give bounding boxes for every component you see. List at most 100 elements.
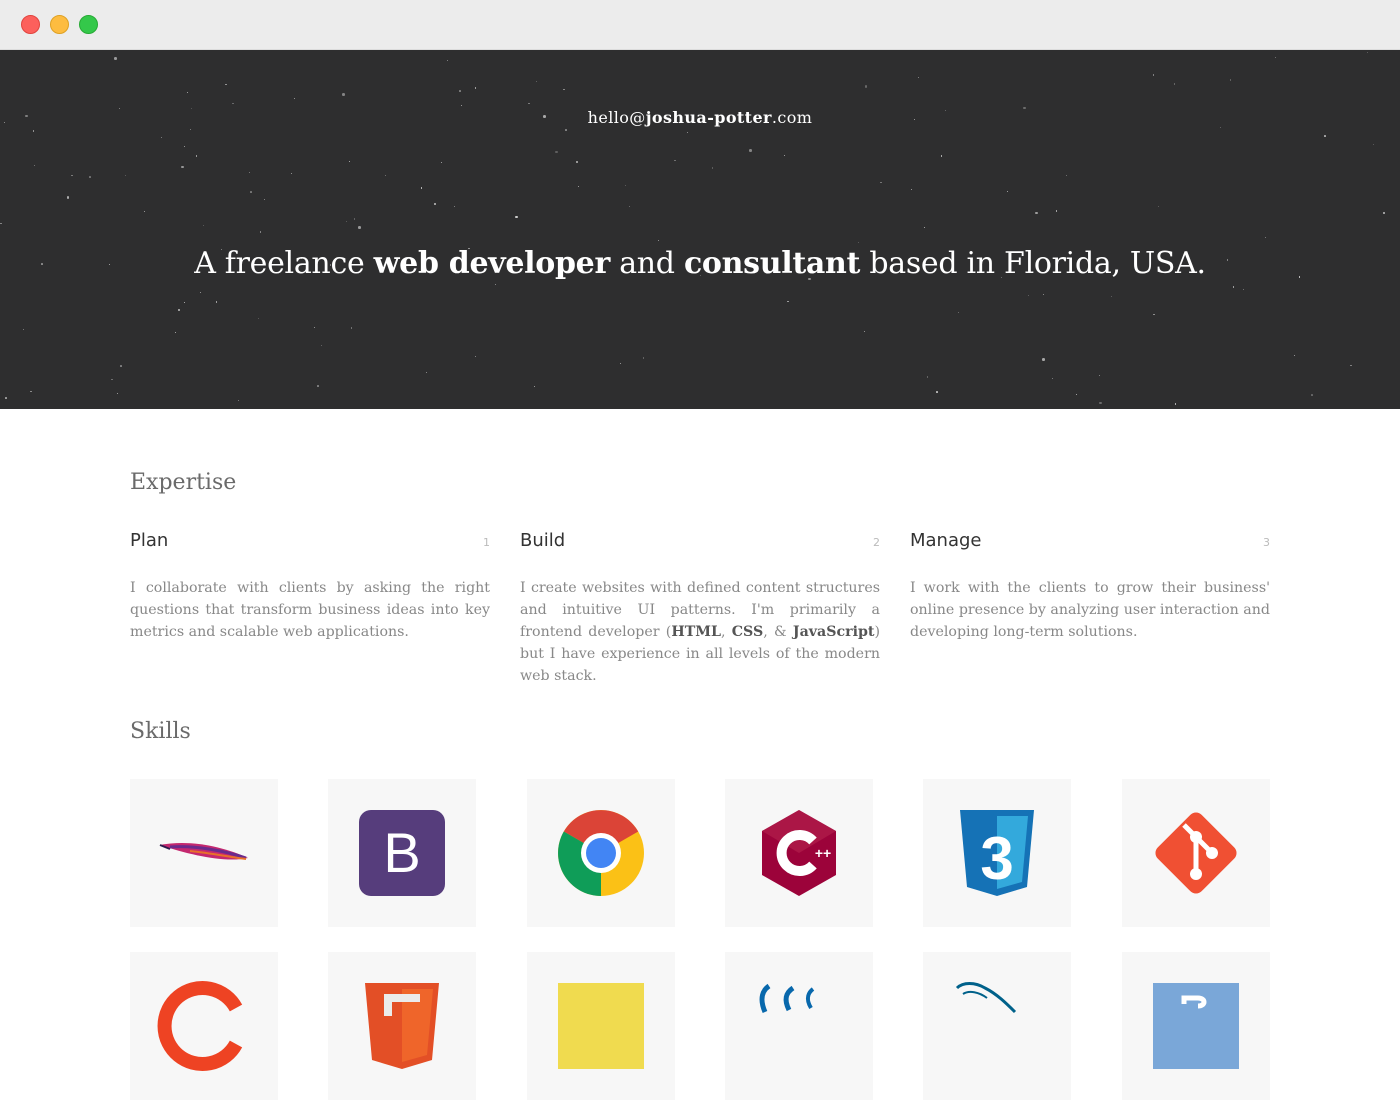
star-dot xyxy=(346,221,348,223)
skill-tile-cplusplus[interactable]: ++ xyxy=(725,779,873,927)
skill-tile-html5[interactable] xyxy=(328,952,476,1100)
star-dot xyxy=(291,172,293,174)
skill-tile-javascript[interactable] xyxy=(527,952,675,1100)
star-dot xyxy=(1275,56,1277,58)
close-window-button[interactable] xyxy=(21,15,40,34)
star-dot xyxy=(533,385,535,387)
manage-description: I work with the clients to grow their bu… xyxy=(910,580,1270,640)
html5-icon xyxy=(365,983,439,1069)
star-dot xyxy=(1111,295,1113,297)
star-dot xyxy=(940,155,943,157)
star-dot xyxy=(1157,206,1159,208)
star-dot xyxy=(924,227,926,229)
skill-tile-css3[interactable]: 3 xyxy=(923,779,1071,927)
expertise-manage: Manage 3 I work with the clients to grow … xyxy=(910,530,1270,643)
star-dot xyxy=(249,172,251,174)
star-dot xyxy=(1229,79,1232,81)
star-dot xyxy=(1043,293,1045,295)
star-dot xyxy=(749,149,752,152)
star-dot xyxy=(350,327,353,329)
star-dot xyxy=(317,385,319,387)
star-dot xyxy=(936,391,938,393)
star-dot xyxy=(353,218,356,220)
star-dot xyxy=(474,87,477,89)
bootstrap-icon: B xyxy=(359,810,445,896)
star-dot xyxy=(1152,74,1155,76)
star-dot xyxy=(642,357,645,359)
star-dot xyxy=(144,210,146,212)
svg-text:B: B xyxy=(383,821,420,884)
star-dot xyxy=(433,202,437,206)
star-dot xyxy=(1243,288,1245,290)
star-dot xyxy=(200,291,202,293)
star-dot xyxy=(787,300,789,303)
skill-tile-php[interactable] xyxy=(1122,952,1270,1100)
star-dot xyxy=(23,329,25,331)
expertise-plan: Plan 1 I collaborate with clients by aski… xyxy=(130,530,490,643)
star-dot xyxy=(686,131,688,133)
star-dot xyxy=(1366,51,1368,53)
expertise-heading: Expertise xyxy=(130,470,237,495)
star-dot xyxy=(1382,211,1386,215)
skill-tile-apache[interactable] xyxy=(130,779,278,927)
star-dot xyxy=(1035,211,1038,215)
star-dot xyxy=(440,161,443,164)
star-dot xyxy=(459,90,461,92)
star-dot xyxy=(711,167,714,169)
javascript-icon xyxy=(558,983,644,1069)
star-dot xyxy=(116,392,118,394)
plan-title: Plan xyxy=(130,530,169,551)
star-dot xyxy=(658,240,660,242)
star-dot xyxy=(215,301,218,303)
manage-number: 3 xyxy=(1263,536,1270,549)
star-dot xyxy=(926,376,929,378)
star-dot xyxy=(515,215,518,219)
contact-email-link[interactable]: hello@joshua-potter.com xyxy=(0,108,1400,127)
git-icon xyxy=(1155,812,1237,894)
svg-text:3: 3 xyxy=(980,825,1013,892)
star-dot xyxy=(1052,378,1054,380)
star-dot xyxy=(864,330,866,332)
star-dot xyxy=(1311,394,1313,396)
star-dot xyxy=(420,187,423,189)
plan-description: I collaborate with clients by asking the… xyxy=(130,580,490,640)
minimize-window-button[interactable] xyxy=(50,15,69,34)
star-dot xyxy=(124,175,126,177)
star-dot xyxy=(917,77,919,79)
skill-tile-chrome[interactable] xyxy=(527,779,675,927)
hero-tagline: A freelance web developer and consultant… xyxy=(194,246,1206,281)
star-dot xyxy=(120,365,122,367)
skill-tile-git[interactable] xyxy=(1122,779,1270,927)
plan-number: 1 xyxy=(483,536,490,549)
star-dot xyxy=(184,145,186,147)
star-dot xyxy=(1232,286,1235,288)
zoom-window-button[interactable] xyxy=(79,15,98,34)
star-dot xyxy=(30,390,32,393)
star-dot xyxy=(32,130,35,132)
star-dot xyxy=(1153,313,1155,316)
build-description: I create websites with defined content s… xyxy=(520,580,880,684)
star-dot xyxy=(114,57,117,60)
skill-tile-codeigniter[interactable] xyxy=(130,952,278,1100)
star-dot xyxy=(1264,237,1266,239)
star-dot xyxy=(555,150,558,154)
star-dot xyxy=(1220,126,1222,128)
star-dot xyxy=(174,331,177,334)
star-dot xyxy=(385,175,387,177)
skill-tile-mysql[interactable] xyxy=(923,952,1071,1100)
star-dot xyxy=(71,174,73,177)
star-dot xyxy=(293,97,296,100)
window-titlebar xyxy=(0,0,1400,50)
codeigniter-icon xyxy=(157,981,243,1071)
skill-tile-bootstrap[interactable]: B xyxy=(328,779,476,927)
star-dot xyxy=(225,83,227,86)
star-dot xyxy=(783,154,785,156)
star-dot xyxy=(0,222,2,225)
star-dot xyxy=(232,102,234,105)
star-dot xyxy=(250,191,252,193)
star-dot xyxy=(624,184,627,187)
star-dot xyxy=(66,196,70,199)
star-dot xyxy=(619,363,621,365)
mysql-icon xyxy=(955,982,1017,1014)
skill-tile-jquery[interactable] xyxy=(725,952,873,1100)
